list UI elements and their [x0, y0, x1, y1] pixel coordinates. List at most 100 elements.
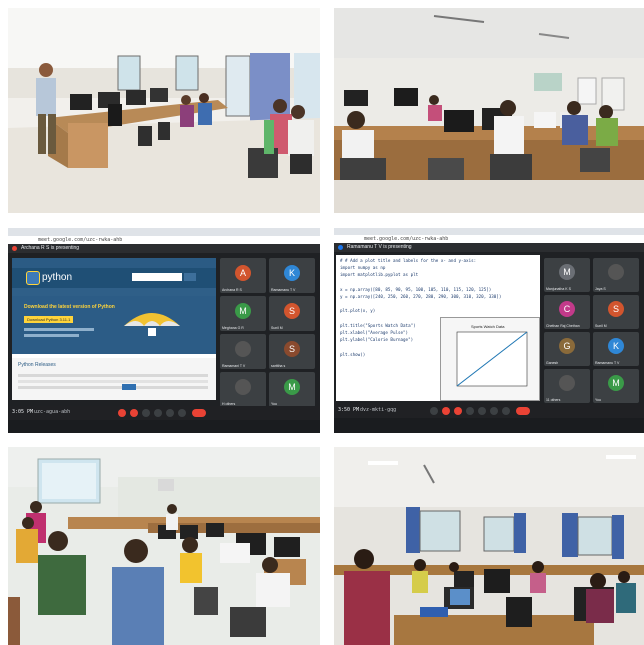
- url-text: meet.google.com/uzc-rwka-ahb: [364, 236, 449, 242]
- participant-tile[interactable]: K Ramamanu T V: [269, 258, 315, 293]
- avatar: M: [235, 302, 251, 319]
- participant-name: 11 others: [546, 398, 561, 402]
- meet-control-bar: 3:05 PM uzc-agua-abh: [8, 406, 320, 420]
- code-line: plt.ylabel("Calorie Burnage"): [340, 337, 414, 343]
- participant-tile[interactable]: M You: [269, 372, 315, 407]
- camera-off-button[interactable]: [442, 407, 450, 415]
- participant-tile[interactable]: S Sunil M: [593, 295, 639, 329]
- leave-call-button[interactable]: [192, 409, 206, 417]
- avatar: S: [284, 302, 300, 319]
- more-options-button[interactable]: [178, 409, 186, 417]
- site-search-input[interactable]: [132, 273, 182, 281]
- participant-tile[interactable]: Jaya S: [593, 258, 639, 292]
- captions-button[interactable]: [142, 409, 150, 417]
- shared-screen: python Download the latest version of Py…: [12, 258, 216, 400]
- participant-name: Ramamani T V: [222, 364, 246, 368]
- python-header: python: [12, 268, 216, 288]
- lab-scene-4: [334, 447, 644, 645]
- photo-lab-participants: [334, 447, 644, 645]
- avatar: M: [559, 264, 575, 280]
- participant-tile[interactable]: M Manjunatha K S: [544, 258, 590, 292]
- participant-name: Ramamanu T V: [271, 288, 296, 292]
- avatar: [608, 264, 624, 280]
- lab-scene-2: [334, 8, 644, 213]
- camera-off-button[interactable]: [130, 409, 138, 417]
- download-link[interactable]: [122, 384, 136, 390]
- participant-tile[interactable]: M You: [593, 369, 639, 403]
- mic-button[interactable]: [430, 407, 438, 415]
- participant-tile[interactable]: M Meghana G R: [220, 296, 266, 331]
- avatar: S: [284, 340, 300, 357]
- avatar: [235, 340, 251, 357]
- meet-screenshot-python-download: meet.google.com/uzc-rwka-ahb Archana R S…: [8, 228, 320, 433]
- participant-tile[interactable]: A Archana R S: [220, 258, 266, 293]
- present-icon: [12, 246, 17, 251]
- avatar: K: [284, 264, 300, 281]
- participant-name: Sunil M: [595, 324, 607, 328]
- captions-button[interactable]: [466, 407, 474, 415]
- meet-screenshot-matplotlib: meet.google.com/uzc-rwka-ahb Ramamanu T …: [334, 228, 644, 433]
- plot-window: Sports Watch Data: [440, 317, 540, 401]
- download-python-button[interactable]: Download Python 3.11.1: [24, 316, 74, 323]
- participant-tile[interactable]: Ssarittha s: [269, 334, 315, 369]
- leave-call-button[interactable]: [516, 407, 530, 415]
- lab-scene-1: [8, 8, 320, 213]
- site-logo-text: python: [42, 272, 73, 283]
- release-row[interactable]: [18, 380, 208, 383]
- raise-hand-button[interactable]: [478, 407, 486, 415]
- raise-hand-button[interactable]: [154, 409, 162, 417]
- participant-tile[interactable]: S Sunil M: [269, 296, 315, 331]
- photo-lab-rear: [334, 8, 644, 213]
- code-line: x = np.array([80, 85, 90, 95, 100, 105, …: [340, 286, 492, 292]
- code-line: plt.show(): [340, 351, 366, 357]
- participant-tile[interactable]: H others: [220, 372, 266, 407]
- participant-name: sarittha s: [271, 364, 286, 368]
- releases-section: Python Releases: [12, 358, 216, 400]
- release-row[interactable]: [18, 386, 208, 389]
- participant-tile[interactable]: 11 others: [544, 369, 590, 403]
- participant-name: Archana R S: [222, 288, 242, 292]
- code-line: import numpy as np: [340, 265, 386, 271]
- code-line: import matplotlib.pyplot as plt: [340, 272, 419, 278]
- hero-headline: Download the latest version of Python: [24, 304, 115, 310]
- participant-name: Sunil M: [271, 326, 283, 330]
- site-nav[interactable]: [12, 288, 216, 296]
- participant-tile[interactable]: Ramamani T V: [220, 334, 266, 369]
- release-row[interactable]: [18, 374, 208, 377]
- participant-name: You: [595, 398, 601, 402]
- participant-tile[interactable]: C Chethan Raj Chethan: [544, 295, 590, 329]
- site-go-button[interactable]: [184, 273, 196, 281]
- address-bar[interactable]: meet.google.com/uzc-rwka-ahb: [334, 235, 644, 243]
- more-options-button[interactable]: [502, 407, 510, 415]
- avatar: [235, 378, 251, 395]
- present-button[interactable]: [490, 407, 498, 415]
- code-line: # # Add a plot title and labels for the …: [340, 258, 477, 263]
- meeting-time: 3:05 PM: [12, 409, 34, 415]
- plot-title: Sports Watch Data: [471, 324, 505, 329]
- present-button[interactable]: [166, 409, 174, 417]
- releases-title: Python Releases: [18, 362, 56, 368]
- address-bar[interactable]: meet.google.com/uzc-rwka-ahb: [8, 236, 320, 244]
- participant-tile[interactable]: K Ramamanu T V: [593, 332, 639, 366]
- participant-name: Meghana G R: [222, 326, 244, 330]
- avatar: M: [608, 375, 624, 391]
- code-line: plt.title("Sports Watch Data"): [340, 322, 416, 328]
- meeting-code: dvz-mkti-gqg: [360, 407, 397, 413]
- photo-lab-instructor: [8, 8, 320, 213]
- lab-scene-3: [8, 447, 320, 645]
- avatar: [559, 375, 575, 391]
- participant-name: Jaya S: [595, 287, 606, 291]
- participant-tile[interactable]: G Ganesh: [544, 332, 590, 366]
- url-text: meet.google.com/uzc-rwka-ahb: [38, 237, 123, 243]
- avatar: K: [608, 338, 624, 354]
- python-topbar: [12, 258, 216, 268]
- mic-off-button[interactable]: [454, 407, 462, 415]
- python-logo-icon: [26, 271, 40, 285]
- code-line: plt.plot(x, y): [340, 308, 376, 314]
- browser-tabbar: [8, 228, 320, 236]
- browser-tabbar: [334, 228, 644, 235]
- participant-name: Ganesh: [546, 361, 559, 365]
- present-icon: [338, 245, 343, 250]
- code-editor: # # Add a plot title and labels for the …: [336, 255, 540, 401]
- mic-off-button[interactable]: [118, 409, 126, 417]
